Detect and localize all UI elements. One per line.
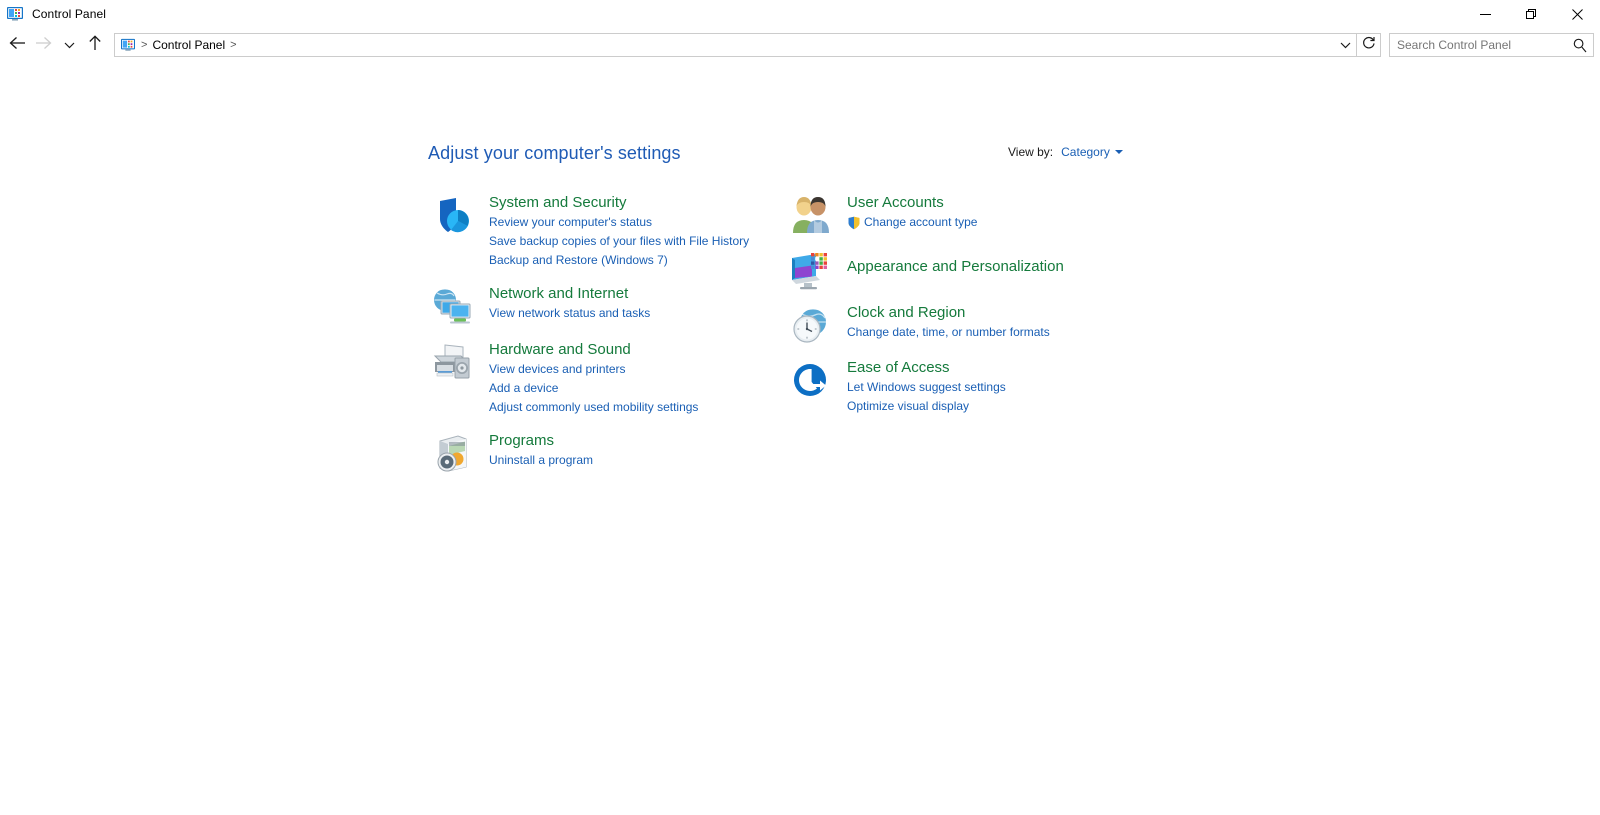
address-dropdown-button[interactable] xyxy=(1334,34,1356,56)
category-title[interactable]: Hardware and Sound xyxy=(489,340,698,359)
category-body: System and Security Review your computer… xyxy=(478,193,749,270)
category-link[interactable]: Optimize visual display xyxy=(847,397,1006,416)
breadcrumb-control-panel-icon xyxy=(120,38,136,52)
category-link[interactable]: Adjust commonly used mobility settings xyxy=(489,398,698,417)
shield-icon xyxy=(428,193,478,270)
search-box[interactable] xyxy=(1389,33,1594,57)
program-box-cd-icon xyxy=(428,431,478,473)
category-link[interactable]: Let Windows suggest settings xyxy=(847,378,1006,397)
recent-locations-button[interactable] xyxy=(56,32,82,58)
category-link[interactable]: View network status and tasks xyxy=(489,304,650,323)
clock-globe-icon xyxy=(786,303,836,345)
ease-of-access-icon xyxy=(786,358,836,416)
refresh-button[interactable] xyxy=(1357,33,1381,57)
search-icon[interactable] xyxy=(1573,38,1587,58)
restore-button[interactable] xyxy=(1508,0,1554,28)
forward-button[interactable] xyxy=(30,32,56,58)
category-clock-and-region[interactable]: Clock and Region Change date, time, or n… xyxy=(786,303,1146,345)
category-network-and-internet[interactable]: Network and Internet View network status… xyxy=(428,284,768,326)
up-button[interactable] xyxy=(82,32,108,58)
user-accounts-people-icon xyxy=(786,193,836,235)
category-link[interactable]: Backup and Restore (Windows 7) xyxy=(489,251,749,270)
category-body: Appearance and Personalization xyxy=(836,248,1064,290)
category-link[interactable]: Uninstall a program xyxy=(489,451,593,470)
search-input[interactable] xyxy=(1390,34,1593,56)
category-link[interactable]: Change account type xyxy=(847,213,977,232)
printer-icon xyxy=(428,340,478,417)
category-user-accounts[interactable]: User Accounts Change account type xyxy=(786,193,1146,235)
category-link[interactable]: Add a device xyxy=(489,379,698,398)
chevron-down-icon[interactable] xyxy=(1115,150,1123,154)
category-programs[interactable]: Programs Uninstall a program xyxy=(428,431,768,473)
navigation-bar: > Control Panel > xyxy=(0,30,1600,60)
category-link[interactable]: Review your computer's status xyxy=(489,213,749,232)
control-panel-icon xyxy=(6,6,24,22)
chevron-down-icon xyxy=(1340,36,1351,54)
category-body: Hardware and Sound View devices and prin… xyxy=(478,340,698,417)
category-system-and-security[interactable]: System and Security Review your computer… xyxy=(428,193,768,270)
forward-arrow-icon xyxy=(35,36,52,55)
window-title: Control Panel xyxy=(32,7,106,21)
content-area: Adjust your computer's settings View by:… xyxy=(0,60,1600,815)
category-body: Programs Uninstall a program xyxy=(478,431,593,473)
category-body: User Accounts Change account type xyxy=(836,193,977,235)
breadcrumb-separator: > xyxy=(141,39,147,51)
category-link[interactable]: Change date, time, or number formats xyxy=(847,323,1050,342)
breadcrumb-trailing-separator[interactable]: > xyxy=(230,39,236,51)
category-title[interactable]: Ease of Access xyxy=(847,358,1006,377)
network-globe-monitor-icon xyxy=(428,284,478,326)
category-body: Network and Internet View network status… xyxy=(478,284,650,326)
category-body: Ease of Access Let Windows suggest setti… xyxy=(836,358,1006,416)
address-bar[interactable]: > Control Panel > xyxy=(114,33,1357,57)
uac-shield-icon xyxy=(847,216,861,230)
view-by-control: View by: Category xyxy=(1008,145,1123,159)
window-controls xyxy=(1462,0,1600,28)
category-appearance-and-personalization[interactable]: Appearance and Personalization xyxy=(786,248,1146,290)
view-by-label: View by: xyxy=(1008,145,1053,159)
category-body: Clock and Region Change date, time, or n… xyxy=(836,303,1050,345)
category-link-text: Change account type xyxy=(864,213,977,232)
category-title[interactable]: Appearance and Personalization xyxy=(847,257,1064,276)
category-link[interactable]: Save backup copies of your files with Fi… xyxy=(489,232,749,251)
back-arrow-icon xyxy=(9,36,26,55)
category-title[interactable]: Programs xyxy=(489,431,593,450)
refresh-icon xyxy=(1362,36,1376,55)
category-title[interactable]: User Accounts xyxy=(847,193,977,212)
appearance-monitor-icon xyxy=(786,248,836,290)
category-title[interactable]: System and Security xyxy=(489,193,749,212)
page-title: Adjust your computer's settings xyxy=(428,143,681,164)
category-link[interactable]: View devices and printers xyxy=(489,360,698,379)
left-category-column: System and Security Review your computer… xyxy=(428,193,768,487)
category-title[interactable]: Network and Internet xyxy=(489,284,650,303)
close-button[interactable] xyxy=(1554,0,1600,28)
up-arrow-icon xyxy=(88,35,102,56)
right-category-column: User Accounts Change account type xyxy=(786,193,1146,429)
view-by-value[interactable]: Category xyxy=(1061,145,1110,159)
title-bar: Control Panel xyxy=(0,0,1600,28)
category-hardware-and-sound[interactable]: Hardware and Sound View devices and prin… xyxy=(428,340,768,417)
back-button[interactable] xyxy=(4,32,30,58)
minimize-button[interactable] xyxy=(1462,0,1508,28)
chevron-down-icon xyxy=(64,36,75,54)
breadcrumb-item-control-panel[interactable]: Control Panel xyxy=(152,38,225,52)
category-title[interactable]: Clock and Region xyxy=(847,303,1050,322)
category-ease-of-access[interactable]: Ease of Access Let Windows suggest setti… xyxy=(786,358,1146,416)
